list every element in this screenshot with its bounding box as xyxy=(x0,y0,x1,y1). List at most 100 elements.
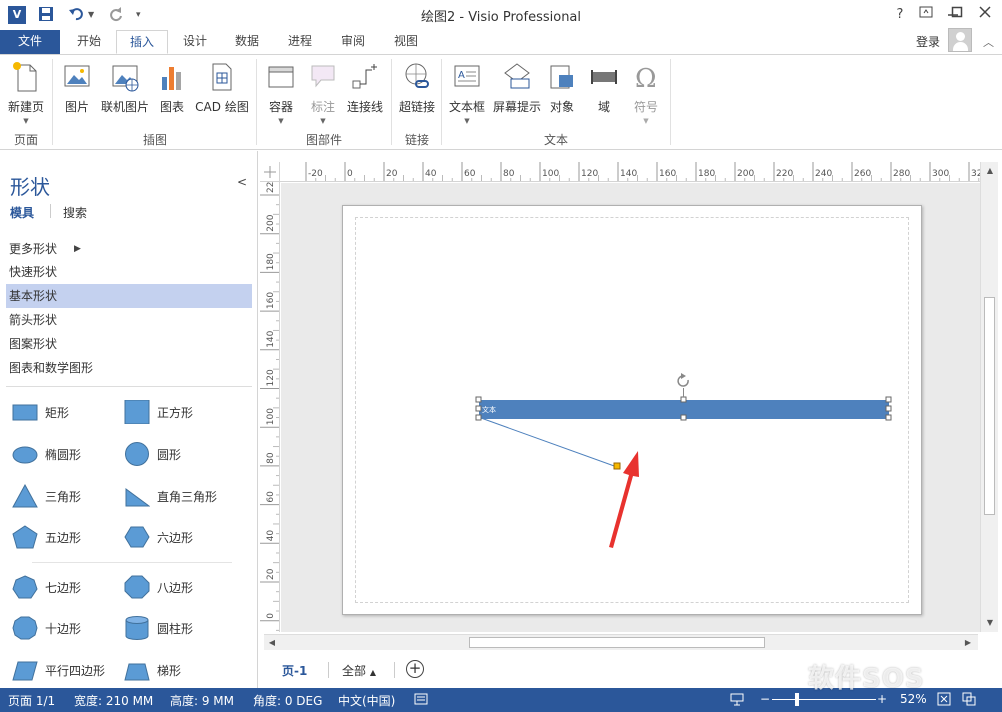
textbox-caret-icon: ▼ xyxy=(464,117,470,125)
tab-stencils[interactable]: 模具 xyxy=(10,204,34,221)
collapse-pane-icon[interactable]: < xyxy=(237,175,247,189)
add-page-icon[interactable]: + xyxy=(406,660,424,678)
object-button[interactable]: 对象 xyxy=(546,59,578,135)
circle-icon xyxy=(125,442,149,466)
switch-windows-icon[interactable] xyxy=(962,692,976,709)
help-button[interactable]: ? xyxy=(889,4,911,26)
tab-review[interactable]: 审阅 xyxy=(328,30,378,54)
stencil-arrow-shapes[interactable]: 箭头形状 xyxy=(6,308,252,332)
stencil-quick-shapes[interactable]: 快速形状 xyxy=(6,260,252,284)
shape-heptagon[interactable]: 七边形 xyxy=(8,572,128,602)
tab-process[interactable]: 进程 xyxy=(275,30,325,54)
shape-label: 梯形 xyxy=(157,664,182,678)
shape-circle[interactable]: 圆形 xyxy=(120,439,240,469)
cad-drawing-icon xyxy=(207,61,237,93)
screentip-label: 屏幕提示 xyxy=(492,100,541,114)
tab-search[interactable]: 搜索 xyxy=(63,204,87,221)
presentation-mode-icon[interactable] xyxy=(730,692,744,709)
drawing-canvas[interactable]: 文本 xyxy=(281,183,980,632)
ruler-label: 80 xyxy=(266,452,276,464)
horizontal-scrollbar[interactable]: ◀ ▶ xyxy=(264,634,978,650)
all-pages-button[interactable]: 全部 ▲ xyxy=(342,662,376,679)
scroll-up-icon[interactable]: ▲ xyxy=(983,164,997,178)
shape-ellipse[interactable]: 椭圆形 xyxy=(8,439,128,469)
callout-leader-line[interactable] xyxy=(480,417,618,468)
collapse-ribbon-icon[interactable]: ︿ xyxy=(983,34,994,50)
new-page-caret-icon: ▼ xyxy=(23,117,29,125)
textbox-button[interactable]: A 文本框 ▼ xyxy=(446,59,488,135)
zoom-slider-track[interactable] xyxy=(772,699,876,700)
shape-trapezoid[interactable]: 梯形 xyxy=(120,655,240,685)
group-label-page: 页面 xyxy=(13,133,38,147)
chart-label: 图表 xyxy=(159,100,184,114)
container-button[interactable]: 容器 ▼ xyxy=(262,59,300,135)
ruler-label: 120 xyxy=(581,169,598,179)
macro-record-icon[interactable] xyxy=(414,692,428,709)
ruler-label: 320 xyxy=(971,169,980,179)
shape-triangle[interactable]: 三角形 xyxy=(8,481,128,511)
close-icon[interactable] xyxy=(974,4,996,26)
shape-decagon[interactable]: 十边形 xyxy=(8,613,128,643)
chevron-right-icon: ▶ xyxy=(74,244,81,254)
stencil-chart-math-shapes[interactable]: 图表和数学图形 xyxy=(6,356,252,380)
fit-page-icon[interactable] xyxy=(937,692,951,709)
tab-home[interactable]: 开始 xyxy=(64,30,114,54)
callout-button[interactable]: 标注 ▼ xyxy=(304,59,342,135)
shapes-pane-title: 形状 xyxy=(10,175,50,199)
horizontal-scroll-thumb[interactable] xyxy=(469,637,765,648)
ruler-corner[interactable] xyxy=(260,162,280,182)
avatar[interactable] xyxy=(948,28,972,52)
symbol-button[interactable]: Ω 符号 ▼ xyxy=(626,59,666,135)
ruler-label: 200 xyxy=(266,214,276,231)
online-picture-button[interactable]: 联机图片 xyxy=(98,59,152,135)
horizontal-ruler[interactable]: -20 0 20 40 60 80 100 120 140 160 180 200 220 240 260 2… xyxy=(280,162,980,182)
page-tab-1[interactable]: 页-1 xyxy=(282,662,307,679)
shape-pentagon[interactable]: 五边形 xyxy=(8,522,128,552)
new-page-button[interactable]: 新建页 ▼ xyxy=(4,59,48,135)
chart-icon xyxy=(157,61,187,93)
tab-insert[interactable]: 插入 xyxy=(116,30,168,54)
ruler-label: 0 xyxy=(347,169,353,179)
connector-button[interactable]: 连接线 xyxy=(344,59,386,135)
stencil-basic-shapes[interactable]: 基本形状 xyxy=(6,284,252,308)
vertical-scroll-thumb[interactable] xyxy=(984,297,995,515)
shape-right-triangle[interactable]: 直角三角形 xyxy=(120,481,240,511)
callout-text[interactable]: 文本 xyxy=(482,405,496,414)
shape-octagon[interactable]: 八边形 xyxy=(120,572,240,602)
vertical-ruler-scale: 220200180160140120100806040200 xyxy=(260,182,279,631)
stencil-pattern-shapes[interactable]: 图案形状 xyxy=(6,332,252,356)
tab-view[interactable]: 视图 xyxy=(381,30,431,54)
rotate-handle-icon[interactable] xyxy=(677,373,689,387)
status-language[interactable]: 中文(中国) xyxy=(338,692,395,709)
hyperlink-button[interactable]: 超链接 xyxy=(396,59,438,135)
shape-cylinder[interactable]: 圆柱形 xyxy=(120,613,240,643)
picture-button[interactable]: 图片 xyxy=(58,59,96,135)
tab-data[interactable]: 数据 xyxy=(222,30,272,54)
vertical-scrollbar[interactable]: ▲ ▼ xyxy=(980,162,998,632)
status-page[interactable]: 页面 1/1 xyxy=(8,692,55,709)
shape-square[interactable]: 正方形 xyxy=(120,397,240,427)
scroll-down-icon[interactable]: ▼ xyxy=(983,616,997,630)
shape-label: 八边形 xyxy=(157,581,194,595)
zoom-out-icon[interactable]: − xyxy=(760,692,770,706)
new-page-label: 新建页 xyxy=(7,100,44,114)
ribbon-display-icon[interactable] xyxy=(915,4,937,26)
tab-file[interactable]: 文件 xyxy=(0,30,60,54)
login-link[interactable]: 登录 xyxy=(916,33,940,50)
maximize-icon[interactable] xyxy=(946,4,968,26)
shape-rectangle[interactable]: 矩形 xyxy=(8,397,128,427)
zoom-slider-thumb[interactable] xyxy=(795,693,799,706)
pane-divider xyxy=(6,386,252,387)
field-button[interactable]: 域 xyxy=(586,59,622,135)
tab-design[interactable]: 设计 xyxy=(170,30,220,54)
shape-hexagon[interactable]: 六边形 xyxy=(120,522,240,552)
control-handle[interactable] xyxy=(613,462,621,470)
chart-button[interactable]: 图表 xyxy=(154,59,190,135)
shape-parallelogram[interactable]: 平行四边形 xyxy=(8,655,128,685)
vertical-ruler[interactable]: 220 200 180 160 140 120 100 80 60 40 20 0 xyxy=(260,182,280,632)
stencil-more-shapes[interactable]: 更多形状 ▶ xyxy=(6,237,252,261)
scroll-left-icon[interactable]: ◀ xyxy=(265,636,279,650)
scroll-right-icon[interactable]: ▶ xyxy=(961,636,975,650)
cad-drawing-button[interactable]: CAD 绘图 xyxy=(192,59,252,135)
screentip-button[interactable]: 屏幕提示 xyxy=(490,59,544,135)
